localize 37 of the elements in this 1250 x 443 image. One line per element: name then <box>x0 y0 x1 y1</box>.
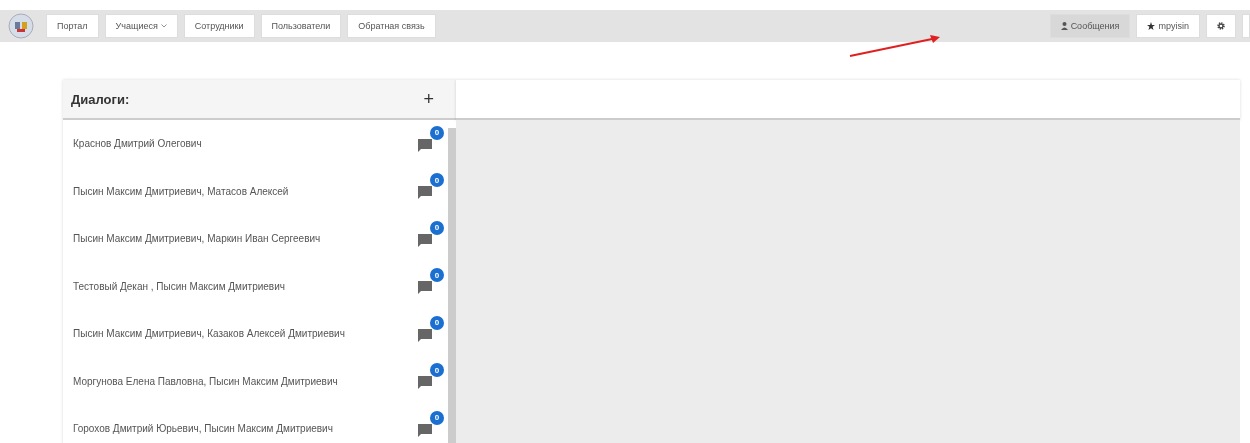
user-icon <box>1060 22 1068 30</box>
dialog-item[interactable]: Тестовый Декан , Пысин Максим Дмитриевич 0 <box>63 262 448 310</box>
unread-badge: 0 <box>430 220 444 235</box>
unread-badge: 0 <box>430 125 444 140</box>
dialog-item[interactable]: Пысин Максим Дмитриевич, Маркин Иван Сергеевич 0 <box>63 215 448 263</box>
nav-button[interactable]: Обратная связь <box>347 14 436 38</box>
dialogs-title: Диалоги: <box>71 91 130 107</box>
chat-icon <box>418 138 432 152</box>
unread-badge: 0 <box>430 173 444 188</box>
nav-button[interactable]: Сотрудники <box>183 14 255 38</box>
unread-badge: 0 <box>430 410 444 425</box>
dialog-item[interactable]: Пысин Максим Дмитриевич, Матасов Алексей 0 <box>63 167 448 215</box>
unread-badge: 0 <box>430 363 444 378</box>
unread-badge: 0 <box>430 315 444 330</box>
caret-icon <box>160 24 167 28</box>
settings-button[interactable] <box>1206 14 1236 38</box>
unread-badge: 0 <box>430 268 444 283</box>
scrollbar[interactable] <box>448 128 456 443</box>
nav-button[interactable]: Пользователи <box>260 14 342 38</box>
nav-button[interactable]: mpyisin <box>1136 14 1200 38</box>
nav-button[interactable]: Сообщения <box>1049 14 1131 38</box>
chat-icon <box>418 328 432 342</box>
star-icon <box>1147 22 1156 30</box>
chat-icon <box>418 186 432 200</box>
chat-icon <box>418 281 432 295</box>
logo-icon[interactable] <box>8 13 34 39</box>
chat-icon <box>418 423 432 437</box>
settings-icon <box>1217 22 1225 30</box>
add-button[interactable]: + <box>423 88 434 110</box>
dialog-item[interactable]: Горохов Дмитрий Юрьевич, Пысин Максим Дмитриевич 0 <box>63 405 448 443</box>
dialog-item[interactable]: Пысин Максим Дмитриевич, Казаков Алексей Дмитриевич 0 <box>63 310 448 358</box>
chat-icon <box>418 233 432 247</box>
dialog-item[interactable]: Моргунова Елена Павловна, Пысин Максим Дмитриевич 0 <box>63 357 448 405</box>
dialog-item[interactable]: Краснов Дмитрий Олегович 0 <box>63 120 448 168</box>
nav-button[interactable]: Учащиеся <box>104 14 178 38</box>
chat-icon <box>418 376 432 390</box>
nav-button[interactable]: Портал <box>46 14 99 38</box>
